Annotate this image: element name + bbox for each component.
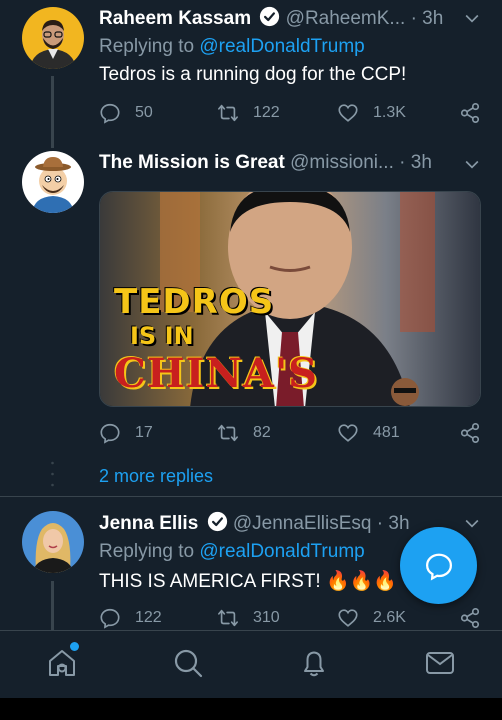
display-name[interactable]: Jenna Ellis bbox=[99, 513, 198, 534]
share-button[interactable] bbox=[459, 99, 495, 127]
tweet-header: Raheem Kassam @RaheemK... · 3h bbox=[99, 6, 482, 32]
media-caption-line-2: IS IN bbox=[130, 322, 194, 350]
bottom-navigation bbox=[0, 630, 502, 698]
user-handle[interactable]: @JennaEllisEsq bbox=[233, 513, 372, 534]
compose-reply-button[interactable] bbox=[400, 527, 477, 604]
user-handle[interactable]: @RaheemK... bbox=[286, 8, 406, 29]
reply-icon bbox=[100, 103, 120, 124]
reply-button[interactable]: 122 bbox=[99, 604, 162, 632]
replying-prefix: Replying to bbox=[99, 541, 195, 562]
share-button[interactable] bbox=[459, 604, 495, 632]
mention-link[interactable]: @realDonaldTrump bbox=[199, 541, 364, 562]
verified-badge-icon bbox=[260, 6, 280, 27]
retweet-icon bbox=[218, 609, 238, 627]
like-icon bbox=[338, 609, 358, 627]
tweet-actions: 17 82 481 bbox=[99, 419, 484, 447]
notifications-icon bbox=[304, 651, 324, 677]
reply-count: 50 bbox=[135, 104, 153, 121]
avatar-jenna-ellis[interactable] bbox=[22, 511, 84, 573]
reply-count: 122 bbox=[135, 609, 162, 626]
retweet-button[interactable]: 310 bbox=[217, 604, 280, 632]
nav-notifications[interactable] bbox=[298, 647, 330, 679]
nav-home[interactable] bbox=[46, 642, 79, 679]
replying-to: Replying to @realDonaldTrump bbox=[99, 541, 365, 563]
tweet-header: The Mission is Great @missioni... · 3h bbox=[99, 152, 482, 178]
nav-messages[interactable] bbox=[424, 647, 456, 679]
like-button[interactable]: 2.6K bbox=[337, 604, 406, 632]
user-handle[interactable]: @missioni... bbox=[290, 152, 394, 173]
notification-dot bbox=[70, 642, 79, 651]
reply-count: 17 bbox=[135, 424, 153, 441]
reply-icon bbox=[100, 423, 120, 444]
thread-line bbox=[51, 581, 54, 630]
like-icon bbox=[338, 424, 358, 442]
like-count: 2.6K bbox=[373, 609, 406, 626]
verified-badge-icon bbox=[207, 511, 227, 532]
replying-prefix: Replying to bbox=[99, 36, 195, 57]
media-caption-line-1: TEDROS bbox=[114, 282, 275, 322]
search-icon bbox=[174, 649, 203, 678]
show-more-replies-link[interactable]: 2 more replies bbox=[99, 466, 213, 487]
chevron-down-icon[interactable] bbox=[462, 513, 482, 533]
like-count: 1.3K bbox=[373, 104, 406, 121]
reply-button[interactable]: 17 bbox=[99, 419, 153, 447]
retweet-count: 310 bbox=[253, 609, 280, 626]
like-count: 481 bbox=[373, 424, 400, 441]
tweet-raheem-kassam[interactable]: Raheem Kassam @RaheemK... · 3h Replying … bbox=[0, 0, 502, 148]
tweet-mission-is-great[interactable]: The Mission is Great @missioni... · 3h T… bbox=[0, 148, 502, 496]
reply-icon bbox=[100, 608, 120, 629]
like-icon bbox=[338, 104, 358, 122]
retweet-button[interactable]: 82 bbox=[217, 419, 271, 447]
tweet-time: · 3h bbox=[399, 152, 432, 173]
retweet-icon bbox=[218, 104, 238, 122]
share-icon bbox=[460, 103, 480, 123]
tweet-actions: 122 310 2.6K bbox=[99, 604, 484, 632]
home-icon bbox=[49, 650, 75, 676]
like-button[interactable]: 1.3K bbox=[337, 99, 406, 127]
display-name[interactable]: Raheem Kassam bbox=[99, 8, 251, 29]
thread-dots bbox=[51, 461, 54, 487]
replying-to: Replying to @realDonaldTrump bbox=[99, 36, 365, 58]
tweet-actions: 50 122 1.3K bbox=[99, 99, 484, 127]
chevron-down-icon[interactable] bbox=[462, 8, 482, 28]
compose-reply-icon bbox=[425, 553, 452, 580]
tweet-time: · 3h bbox=[376, 513, 410, 534]
mention-link[interactable]: @realDonaldTrump bbox=[199, 36, 364, 57]
tweet-text: Tedros is a running dog for the CCP! bbox=[99, 64, 407, 85]
fire-emoji: 🔥🔥🔥 bbox=[325, 571, 397, 592]
like-button[interactable]: 481 bbox=[337, 419, 400, 447]
tweet-media-image[interactable]: TEDROS IS IN CHINA'S bbox=[99, 191, 481, 407]
avatar-mission-is-great[interactable] bbox=[22, 151, 84, 213]
thread-line bbox=[51, 76, 54, 148]
avatar-raheem-kassam[interactable] bbox=[22, 7, 84, 69]
retweet-count: 82 bbox=[253, 424, 271, 441]
messages-icon bbox=[426, 652, 454, 674]
system-navigation-bar bbox=[0, 698, 502, 720]
nav-search[interactable] bbox=[172, 647, 204, 679]
tweet-time: · 3h bbox=[410, 8, 444, 29]
chevron-down-icon[interactable] bbox=[462, 154, 482, 174]
share-icon bbox=[460, 608, 480, 628]
retweet-count: 122 bbox=[253, 104, 280, 121]
reply-button[interactable]: 50 bbox=[99, 99, 153, 127]
tweet-text: THIS IS AMERICA FIRST! bbox=[99, 571, 321, 592]
display-name[interactable]: The Mission is Great bbox=[99, 152, 285, 173]
media-caption-line-3: CHINA'S bbox=[114, 350, 319, 397]
retweet-button[interactable]: 122 bbox=[217, 99, 280, 127]
retweet-icon bbox=[218, 424, 238, 442]
share-icon bbox=[460, 423, 480, 443]
share-button[interactable] bbox=[459, 419, 495, 447]
